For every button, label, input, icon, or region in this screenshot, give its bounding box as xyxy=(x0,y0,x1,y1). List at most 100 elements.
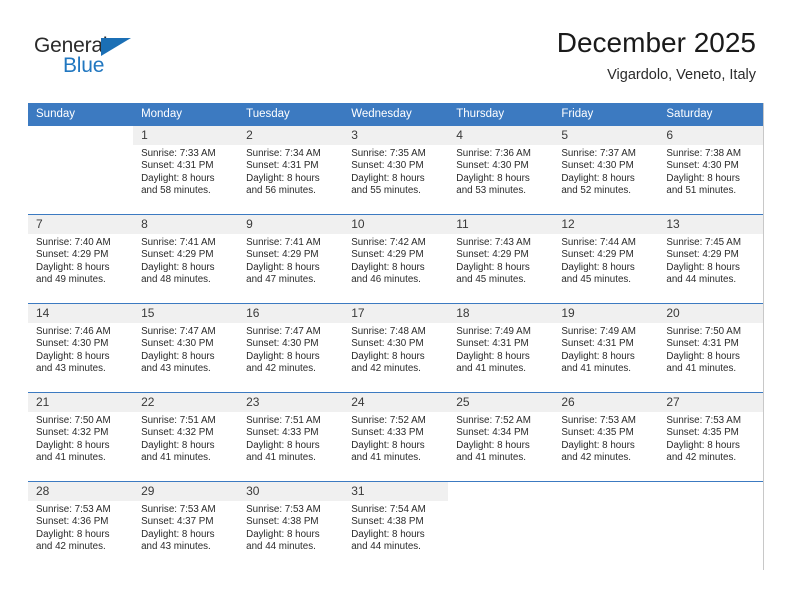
calendar-day[interactable]: 13 Sunrise: 7:45 AM Sunset: 4:29 PM Dayligh… xyxy=(658,215,763,303)
weekday-header-wednesday: Wednesday xyxy=(343,103,449,126)
day-detail-line: Daylight: 8 hours xyxy=(351,172,425,184)
day-detail-line: Sunset: 4:32 PM xyxy=(36,427,109,439)
calendar-day-empty xyxy=(658,482,763,570)
calendar-day[interactable]: 2 Sunrise: 7:34 AM Sunset: 4:31 PM Daylight… xyxy=(238,126,344,214)
day-detail-line: Sunset: 4:29 PM xyxy=(351,249,424,261)
day-detail-line: Sunset: 4:31 PM xyxy=(141,160,214,172)
day-detail-line: Daylight: 8 hours xyxy=(456,439,530,451)
day-detail-line: Daylight: 8 hours xyxy=(561,350,635,362)
calendar-day[interactable]: 24 Sunrise: 7:52 AM Sunset: 4:33 PM Dayligh… xyxy=(343,393,449,481)
day-detail-line: Daylight: 8 hours xyxy=(456,172,530,184)
day-detail-line: Sunrise: 7:40 AM xyxy=(36,237,111,248)
day-detail-line: Daylight: 8 hours xyxy=(456,261,530,273)
calendar-day[interactable]: 30 Sunrise: 7:53 AM Sunset: 4:38 PM Dayligh… xyxy=(238,482,344,570)
day-details: Sunrise: 7:52 AM Sunset: 4:34 PM Daylight:… xyxy=(448,412,553,465)
calendar-day[interactable]: 20 Sunrise: 7:50 AM Sunset: 4:31 PM Dayligh… xyxy=(658,304,763,392)
day-details: Sunrise: 7:43 AM Sunset: 4:29 PM Daylight:… xyxy=(448,234,553,287)
calendar-day[interactable]: 31 Sunrise: 7:54 AM Sunset: 4:38 PM Dayligh… xyxy=(343,482,449,570)
day-details: Sunrise: 7:49 AM Sunset: 4:31 PM Daylight:… xyxy=(553,323,658,376)
day-detail-line: Daylight: 8 hours xyxy=(561,172,635,184)
day-details: Sunrise: 7:47 AM Sunset: 4:30 PM Daylight:… xyxy=(238,323,343,376)
day-details xyxy=(553,501,658,504)
day-number xyxy=(28,126,133,145)
calendar-day-empty xyxy=(553,482,658,570)
weekday-header-tuesday: Tuesday xyxy=(238,103,344,126)
day-detail-line: Daylight: 8 hours xyxy=(666,439,740,451)
calendar-day[interactable]: 16 Sunrise: 7:47 AM Sunset: 4:30 PM Dayligh… xyxy=(238,304,344,392)
day-detail-line: Sunset: 4:29 PM xyxy=(141,249,214,261)
day-number: 29 xyxy=(133,482,239,501)
calendar-day[interactable]: 23 Sunrise: 7:51 AM Sunset: 4:33 PM Dayligh… xyxy=(238,393,344,481)
day-details: Sunrise: 7:53 AM Sunset: 4:38 PM Daylight:… xyxy=(238,501,343,554)
day-detail-line: Sunrise: 7:53 AM xyxy=(141,504,216,515)
calendar-day[interactable]: 19 Sunrise: 7:49 AM Sunset: 4:31 PM Dayligh… xyxy=(553,304,659,392)
calendar-day[interactable]: 29 Sunrise: 7:53 AM Sunset: 4:37 PM Dayligh… xyxy=(133,482,239,570)
calendar-day[interactable]: 18 Sunrise: 7:49 AM Sunset: 4:31 PM Dayligh… xyxy=(448,304,554,392)
calendar-day[interactable]: 28 Sunrise: 7:53 AM Sunset: 4:36 PM Dayligh… xyxy=(28,482,134,570)
brand-logo[interactable]: General Blue xyxy=(34,34,224,90)
day-detail-line: and 41 minutes. xyxy=(456,363,526,375)
day-detail-line: and 44 minutes. xyxy=(351,541,421,553)
day-detail-line: and 42 minutes. xyxy=(36,541,106,553)
calendar-week-row: 1 Sunrise: 7:33 AM Sunset: 4:31 PM Daylight… xyxy=(28,126,765,215)
day-detail-line: Sunset: 4:31 PM xyxy=(561,338,634,350)
calendar-cell: 31 Sunrise: 7:54 AM Sunset: 4:38 PM Dayligh… xyxy=(343,481,449,570)
calendar-day-empty xyxy=(28,126,133,214)
day-detail-line: Sunrise: 7:46 AM xyxy=(36,326,111,337)
calendar-day[interactable]: 6 Sunrise: 7:38 AM Sunset: 4:30 PM Daylight… xyxy=(658,126,763,214)
calendar-day[interactable]: 22 Sunrise: 7:51 AM Sunset: 4:32 PM Dayligh… xyxy=(133,393,239,481)
day-detail-line: Daylight: 8 hours xyxy=(351,261,425,273)
calendar-day[interactable]: 1 Sunrise: 7:33 AM Sunset: 4:31 PM Daylight… xyxy=(133,126,239,214)
calendar-day[interactable]: 10 Sunrise: 7:42 AM Sunset: 4:29 PM Dayligh… xyxy=(343,215,449,303)
day-details: Sunrise: 7:37 AM Sunset: 4:30 PM Daylight:… xyxy=(553,145,658,198)
calendar-day[interactable]: 7 Sunrise: 7:40 AM Sunset: 4:29 PM Daylight… xyxy=(28,215,134,303)
calendar-day[interactable]: 26 Sunrise: 7:53 AM Sunset: 4:35 PM Dayligh… xyxy=(553,393,659,481)
day-number: 8 xyxy=(133,215,239,234)
day-detail-line: Sunrise: 7:48 AM xyxy=(351,326,426,337)
calendar-day[interactable]: 12 Sunrise: 7:44 AM Sunset: 4:29 PM Dayligh… xyxy=(553,215,659,303)
day-detail-line: and 41 minutes. xyxy=(561,363,632,375)
day-detail-line: Daylight: 8 hours xyxy=(351,350,425,362)
day-detail-line: Sunrise: 7:53 AM xyxy=(36,504,111,515)
calendar-day[interactable]: 8 Sunrise: 7:41 AM Sunset: 4:29 PM Daylight… xyxy=(133,215,239,303)
calendar-day[interactable]: 3 Sunrise: 7:35 AM Sunset: 4:30 PM Daylight… xyxy=(343,126,449,214)
day-detail-line: Sunrise: 7:41 AM xyxy=(246,237,321,248)
calendar-day[interactable]: 21 Sunrise: 7:50 AM Sunset: 4:32 PM Dayligh… xyxy=(28,393,134,481)
calendar-cell: 7 Sunrise: 7:40 AM Sunset: 4:29 PM Daylight… xyxy=(28,214,134,304)
calendar-day[interactable]: 11 Sunrise: 7:43 AM Sunset: 4:29 PM Dayligh… xyxy=(448,215,554,303)
day-number xyxy=(448,482,553,501)
calendar-cell: 22 Sunrise: 7:51 AM Sunset: 4:32 PM Dayligh… xyxy=(133,392,239,482)
weekday-header-saturday: Saturday xyxy=(658,103,765,126)
calendar-day[interactable]: 25 Sunrise: 7:52 AM Sunset: 4:34 PM Dayligh… xyxy=(448,393,554,481)
day-detail-line: Sunrise: 7:50 AM xyxy=(666,326,741,337)
calendar-cell xyxy=(448,481,554,570)
calendar-header-row: Sunday Monday Tuesday Wednesday Thursday Frid… xyxy=(28,103,765,126)
calendar-day[interactable]: 15 Sunrise: 7:47 AM Sunset: 4:30 PM Dayligh… xyxy=(133,304,239,392)
day-detail-line: Sunset: 4:29 PM xyxy=(36,249,109,261)
weekday-header-friday: Friday xyxy=(553,103,659,126)
day-details: Sunrise: 7:41 AM Sunset: 4:29 PM Daylight:… xyxy=(238,234,343,287)
day-detail-line: Daylight: 8 hours xyxy=(666,172,740,184)
day-details: Sunrise: 7:45 AM Sunset: 4:29 PM Daylight:… xyxy=(658,234,763,287)
calendar-week-row: 7 Sunrise: 7:40 AM Sunset: 4:29 PM Daylight… xyxy=(28,214,765,304)
calendar-day[interactable]: 27 Sunrise: 7:53 AM Sunset: 4:35 PM Dayligh… xyxy=(658,393,763,481)
day-number: 27 xyxy=(658,393,763,412)
calendar-day[interactable]: 14 Sunrise: 7:46 AM Sunset: 4:30 PM Dayligh… xyxy=(28,304,134,392)
day-detail-line: Sunset: 4:30 PM xyxy=(36,338,109,350)
day-number: 26 xyxy=(553,393,659,412)
day-detail-line: Daylight: 8 hours xyxy=(141,439,215,451)
day-detail-line: Sunrise: 7:38 AM xyxy=(666,148,741,159)
day-details xyxy=(658,501,763,504)
day-details: Sunrise: 7:53 AM Sunset: 4:35 PM Daylight:… xyxy=(553,412,658,465)
calendar-day[interactable]: 17 Sunrise: 7:48 AM Sunset: 4:30 PM Dayligh… xyxy=(343,304,449,392)
day-detail-line: Daylight: 8 hours xyxy=(141,172,215,184)
day-detail-line: Sunrise: 7:49 AM xyxy=(561,326,636,337)
day-detail-line: and 41 minutes. xyxy=(246,452,316,464)
calendar-day[interactable]: 9 Sunrise: 7:41 AM Sunset: 4:29 PM Daylight… xyxy=(238,215,344,303)
day-details: Sunrise: 7:49 AM Sunset: 4:31 PM Daylight:… xyxy=(448,323,553,376)
calendar-day[interactable]: 5 Sunrise: 7:37 AM Sunset: 4:30 PM Daylight… xyxy=(553,126,659,214)
calendar-day[interactable]: 4 Sunrise: 7:36 AM Sunset: 4:30 PM Daylight… xyxy=(448,126,554,214)
day-detail-line: Sunset: 4:37 PM xyxy=(141,516,214,528)
day-detail-line: Sunset: 4:31 PM xyxy=(246,160,319,172)
calendar-cell: 14 Sunrise: 7:46 AM Sunset: 4:30 PM Dayligh… xyxy=(28,303,134,393)
